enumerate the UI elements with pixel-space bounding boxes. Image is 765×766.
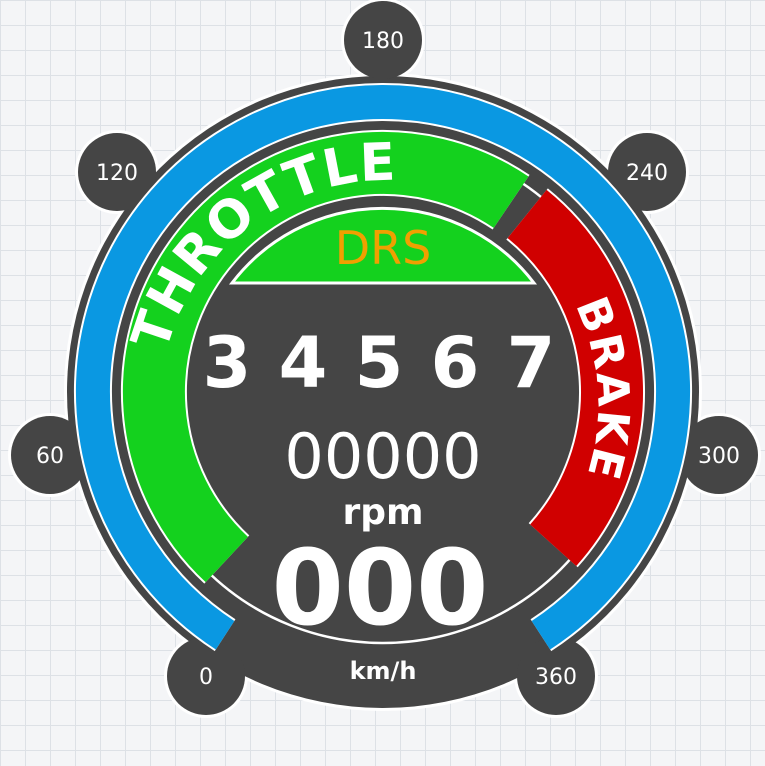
gear-number: 6 — [431, 322, 480, 404]
gear-number: 7 — [507, 322, 556, 404]
rpm-value: 00000 — [284, 420, 481, 493]
speed-tick-label: 120 — [96, 161, 138, 186]
speed-unit: km/h — [350, 657, 417, 685]
speed-tick-label: 300 — [698, 444, 740, 469]
speed-tick-label: 180 — [362, 29, 404, 54]
drs-label: DRS — [335, 221, 432, 275]
speed-tick-label: 240 — [626, 161, 668, 186]
speed-value: 000 — [271, 527, 488, 649]
speed-tick-label: 60 — [36, 444, 64, 469]
gear-number: 5 — [355, 322, 404, 404]
speed-tick-label: 0 — [199, 665, 213, 690]
gear-number: 3 — [203, 322, 252, 404]
speed-tick-label: 360 — [535, 665, 577, 690]
dashboard-gauge: DRS THROTTLE BRAKE 34567 00000 rpm 000 k… — [8, 0, 761, 718]
gear-number: 4 — [279, 322, 328, 404]
